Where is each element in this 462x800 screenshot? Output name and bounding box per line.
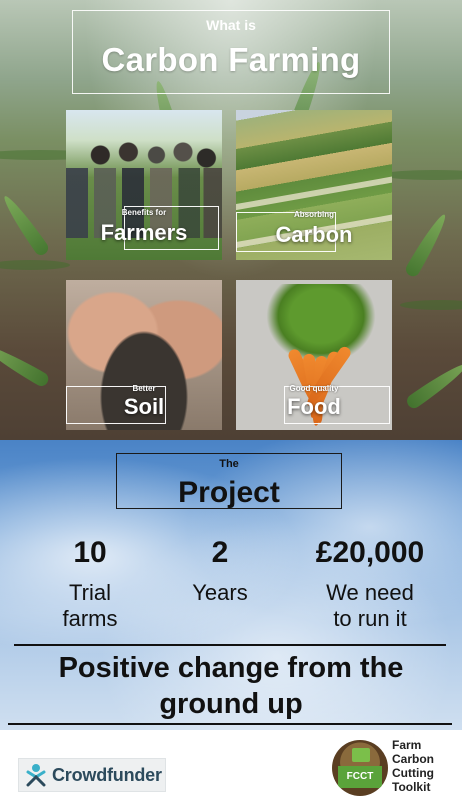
project-title-frame: The Project (116, 453, 342, 509)
tile-food-kicker: Good quality (289, 384, 339, 393)
footer: Crowdfunder FCCT Farm Carbon Cutting Too… (0, 730, 462, 800)
leaf-decoration (404, 359, 462, 411)
stat-number: 10 (73, 536, 107, 569)
fcct-wordmark: Farm Carbon Cutting Toolkit (392, 738, 462, 794)
tagline-line: Positive change from the (58, 652, 404, 684)
stat-number: 2 (211, 536, 229, 569)
stat-label: Trial farms (40, 580, 140, 632)
fcct-line: Farm (392, 738, 422, 752)
stat-label-line: Years (192, 580, 248, 605)
carrot-tops-image (266, 284, 376, 364)
stat-label: We need to run it (292, 580, 448, 632)
tile-carbon-label: Carbon (275, 222, 353, 247)
tagline-line: ground up (159, 688, 303, 720)
crowdfunder-mark-icon (25, 763, 47, 787)
crop-row (0, 260, 70, 270)
stat-label-line: Trial (69, 580, 111, 605)
stat-funding: £20,000 We need to run it (292, 536, 448, 632)
stat-label-line: to run it (333, 606, 407, 631)
page-title: Carbon Farming (101, 41, 361, 78)
title-kicker: What is (206, 17, 256, 33)
leaf-decoration (403, 211, 451, 279)
fcct-badge-logo[interactable]: FCCT (332, 740, 388, 796)
crowdfunder-wordmark: Crowdfunder (52, 764, 162, 785)
tile-farmers-label: Farmers (100, 220, 188, 245)
tile-soil-label: Soil (123, 394, 165, 419)
tile-carbon-kicker: Absorbing (294, 210, 334, 219)
stat-label-line: farms (62, 606, 118, 631)
fcct-tractor-icon (352, 748, 370, 762)
fcct-line: Toolkit (392, 780, 431, 794)
fcct-line: Carbon (392, 752, 434, 766)
crop-row (380, 170, 462, 180)
stat-label: Years (170, 580, 270, 606)
stat-years: 2 Years (170, 536, 270, 606)
field-lane (236, 172, 392, 214)
project-kicker: The (219, 458, 239, 470)
leaf-decoration (0, 192, 51, 258)
stat-number: £20,000 (315, 536, 425, 569)
tile-food-label: Food (287, 394, 341, 419)
project-title: Project (178, 476, 280, 509)
title-frame: What is Carbon Farming (72, 10, 390, 94)
tagline-bottom-divider (8, 723, 452, 725)
tagline: Positive change from the ground up (0, 650, 462, 722)
tile-food-photo: Good quality Food (236, 280, 392, 430)
tile-farmers-kicker: Benefits for (121, 208, 167, 217)
crop-row (400, 300, 462, 310)
tile-carbon-photo: Absorbing Carbon (236, 110, 392, 260)
stat-label-line: We need (326, 580, 414, 605)
fcct-line: Cutting (392, 766, 434, 780)
project-section: The Project 10 Trial farms 2 Years £20,0… (0, 440, 462, 730)
fcct-badge-label: FCCT (338, 766, 382, 788)
stat-trial-farms: 10 Trial farms (40, 536, 140, 632)
tile-soil-kicker: Better (132, 384, 156, 393)
leaf-decoration (0, 341, 51, 389)
hero-field-background: What is Carbon Farming Benefits for Farm… (0, 0, 462, 440)
tile-farmers-photo: Benefits for Farmers (66, 110, 222, 260)
tile-soil-photo: Better Soil (66, 280, 222, 430)
tagline-top-divider (14, 644, 446, 646)
crowdfunder-logo[interactable]: Crowdfunder (18, 758, 166, 792)
